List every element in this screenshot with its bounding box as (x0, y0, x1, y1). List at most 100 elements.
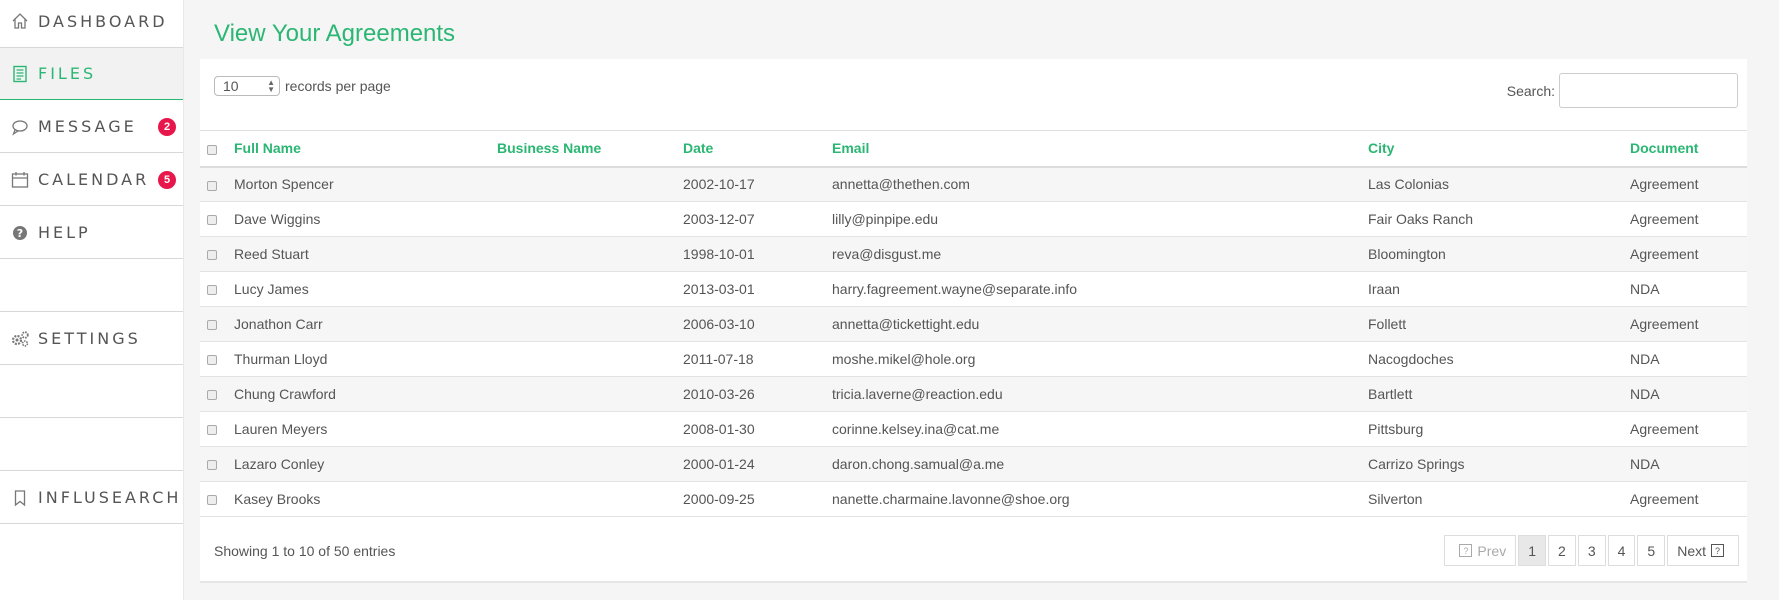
column-header-city[interactable]: City (1368, 130, 1630, 168)
gears-icon (10, 329, 30, 349)
cell-date: 2011-07-18 (683, 341, 832, 377)
row-checkbox[interactable] (207, 215, 217, 226)
row-checkbox[interactable] (207, 355, 217, 366)
column-header-date[interactable]: Date (683, 130, 832, 168)
row-checkbox[interactable] (207, 250, 217, 261)
table-row[interactable]: Chung Crawford 2010-03-26 tricia.laverne@r… (200, 376, 1747, 412)
column-header-document[interactable]: Document (1630, 130, 1747, 168)
page-button-4[interactable]: 4 (1607, 535, 1636, 566)
records-per-page-select[interactable]: 10 ▲ ▼ (214, 76, 280, 96)
cell-full-name: Reed Stuart (234, 236, 497, 272)
cell-city: Las Colonias (1368, 166, 1630, 202)
cell-document: Agreement (1630, 236, 1747, 272)
next-question-icon: ? (1711, 544, 1724, 557)
nav-message[interactable]: MESSAGE 2 (0, 101, 183, 153)
column-header-email[interactable]: Email (832, 130, 1368, 168)
bookmark-icon (10, 488, 30, 508)
records-per-page-value: 10 (223, 78, 239, 94)
pagination: ? Prev 1 2 3 4 5 Next ? (1442, 535, 1739, 566)
cell-date: 2002-10-17 (683, 166, 832, 202)
calendar-icon (10, 170, 30, 190)
nav-dashboard[interactable]: DASHBOARD (0, 0, 183, 48)
question-icon: ? (10, 223, 30, 243)
table-row[interactable]: Morton Spencer 2002-10-17 annetta@thethen.… (200, 166, 1747, 202)
entries-info: Showing 1 to 10 of 50 entries (214, 543, 396, 559)
nav-influsearch[interactable]: INFLUSEARCH (0, 472, 183, 524)
column-header-full-name[interactable]: Full Name (234, 130, 497, 168)
row-checkbox[interactable] (207, 180, 217, 191)
row-checkbox[interactable] (207, 425, 217, 436)
row-checkbox[interactable] (207, 390, 217, 401)
cell-full-name: Dave Wiggins (234, 201, 497, 237)
prev-button[interactable]: ? Prev (1444, 535, 1517, 566)
agreements-panel: View Your Agreements 10 ▲ ▼ records per p… (200, 10, 1747, 583)
cell-business-name (497, 376, 683, 412)
next-label: Next (1677, 542, 1706, 559)
cell-city: Bartlett (1368, 376, 1630, 412)
nav-dashboard-label: DASHBOARD (38, 11, 168, 31)
nav-calendar-label: CALENDAR (38, 170, 150, 189)
page-button-1[interactable]: 1 (1518, 535, 1547, 566)
prev-label: Prev (1477, 542, 1507, 559)
table-row[interactable]: Thurman Lloyd 2011-07-18 moshe.mikel@hole.… (200, 341, 1747, 377)
nav-help-label: HELP (38, 223, 91, 242)
row-checkbox-cell (200, 411, 234, 447)
table-row[interactable]: Jonathon Carr 2006-03-10 annetta@tickettig… (200, 306, 1747, 342)
cell-business-name (497, 306, 683, 342)
cell-full-name: Lauren Meyers (234, 411, 497, 447)
cell-date: 2003-12-07 (683, 201, 832, 237)
next-button[interactable]: Next ? (1667, 535, 1739, 566)
cell-date: 2006-03-10 (683, 306, 832, 342)
cell-document: Agreement (1630, 306, 1747, 342)
select-all-checkbox[interactable] (207, 144, 217, 155)
cell-email: harry.fagreement.wayne@separate.info (832, 271, 1368, 307)
search-box: Search: (1507, 73, 1738, 108)
row-checkbox[interactable] (207, 495, 217, 506)
column-header-business-name[interactable]: Business Name (497, 130, 683, 168)
row-checkbox-cell (200, 271, 234, 307)
row-checkbox[interactable] (207, 460, 217, 471)
cell-document: NDA (1630, 376, 1747, 412)
row-checkbox[interactable] (207, 320, 217, 331)
cell-document: Agreement (1630, 166, 1747, 202)
table-row[interactable]: Lazaro Conley 2000-01-24 daron.chong.samua… (200, 446, 1747, 482)
chat-icon (10, 117, 30, 137)
home-icon (10, 11, 30, 31)
row-checkbox-cell (200, 341, 234, 377)
row-checkbox-cell (200, 446, 234, 482)
page-button-2[interactable]: 2 (1548, 535, 1576, 566)
cell-email: tricia.laverne@reaction.edu (832, 376, 1368, 412)
cell-date: 2008-01-30 (683, 411, 832, 447)
cell-email: moshe.mikel@hole.org (832, 341, 1368, 377)
table-row[interactable]: Kasey Brooks 2000-09-25 nanette.charmaine.… (200, 481, 1747, 517)
nav-calendar[interactable]: CALENDAR 5 (0, 154, 183, 206)
nav-empty-1 (0, 260, 183, 312)
search-label: Search: (1506, 82, 1555, 99)
nav-settings[interactable]: SETTINGS (0, 313, 183, 365)
nav-influsearch-label: INFLUSEARCH (38, 488, 182, 507)
search-input[interactable] (1559, 73, 1738, 108)
cell-document: NDA (1630, 341, 1747, 377)
cell-full-name: Chung Crawford (234, 376, 497, 412)
row-checkbox-cell (200, 201, 234, 237)
cell-email: annetta@tickettight.edu (832, 306, 1368, 342)
cell-business-name (497, 481, 683, 517)
table-row[interactable]: Reed Stuart 1998-10-01 reva@disgust.me Bloo… (200, 236, 1747, 272)
cell-document: NDA (1630, 271, 1747, 307)
table-row[interactable]: Dave Wiggins 2003-12-07 lilly@pinpipe.edu F… (200, 201, 1747, 237)
page-button-3[interactable]: 3 (1577, 535, 1606, 566)
cell-email: nanette.charmaine.lavonne@shoe.org (832, 481, 1368, 517)
table-body: Morton Spencer 2002-10-17 annetta@thethen.… (200, 166, 1747, 517)
row-checkbox[interactable] (207, 285, 217, 296)
nav-help[interactable]: ? HELP (0, 207, 183, 259)
svg-text:?: ? (17, 227, 23, 240)
table-row[interactable]: Lauren Meyers 2008-01-30 corinne.kelsey.in… (200, 411, 1747, 447)
prev-question-icon: ? (1459, 544, 1473, 557)
nav-files[interactable]: FILES (0, 48, 183, 100)
cell-full-name: Morton Spencer (234, 166, 497, 202)
cell-date: 1998-10-01 (683, 236, 832, 272)
cell-email: annetta@thethen.com (832, 166, 1368, 202)
table-row[interactable]: Lucy James 2013-03-01 harry.fagreement.way… (200, 271, 1747, 307)
sidebar: DASHBOARD FILES MESSAGE 2 CALENDAR 5 ? H… (0, 0, 184, 600)
page-button-5[interactable]: 5 (1637, 535, 1666, 566)
